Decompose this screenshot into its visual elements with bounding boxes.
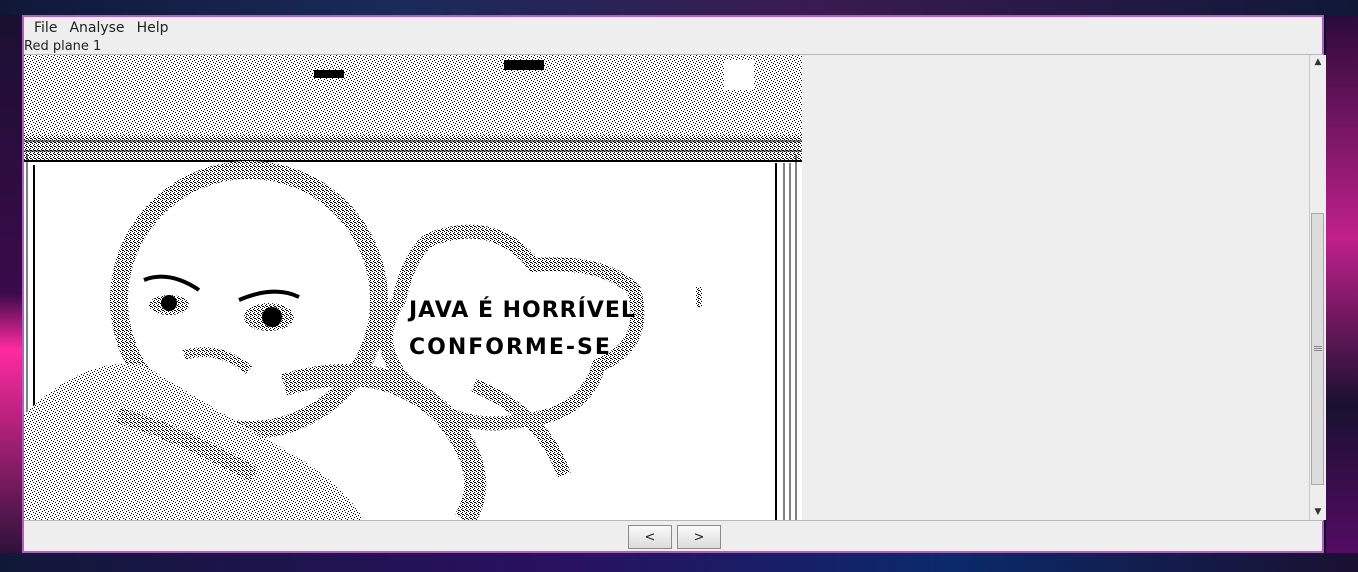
- plane-label: Red plane 1: [24, 39, 102, 54]
- menu-file[interactable]: File: [28, 20, 63, 36]
- scroll-thumb[interactable]: [1311, 213, 1324, 485]
- app-window: File Analyse Help Red plane 1 JAVA É HOR…: [22, 15, 1326, 553]
- bit-plane-render: JAVA É HORRÍVEL CONFORME-SE: [24, 55, 802, 520]
- caption-line-1: JAVA É HORRÍVEL: [407, 297, 636, 323]
- desktop-background: [0, 0, 1358, 15]
- caption-line-2: CONFORME-SE: [409, 335, 612, 360]
- image-viewport: JAVA É HORRÍVEL CONFORME-SE ▲ ▼: [24, 54, 1326, 521]
- scroll-up-icon[interactable]: ▲: [1310, 55, 1326, 69]
- previous-plane-button[interactable]: <: [628, 525, 672, 549]
- desktop-background-left: [0, 15, 22, 572]
- menu-analyse[interactable]: Analyse: [63, 20, 130, 36]
- bit-plane-image: JAVA É HORRÍVEL CONFORME-SE: [24, 55, 802, 520]
- menu-bar: File Analyse Help: [24, 17, 1322, 39]
- vertical-scrollbar[interactable]: ▲ ▼: [1309, 55, 1326, 520]
- scroll-down-icon[interactable]: ▼: [1310, 505, 1326, 519]
- desktop-background-right: [1326, 15, 1358, 572]
- menu-help[interactable]: Help: [131, 20, 175, 36]
- desktop-background-bottom: [0, 553, 1358, 572]
- next-plane-button[interactable]: >: [677, 525, 721, 549]
